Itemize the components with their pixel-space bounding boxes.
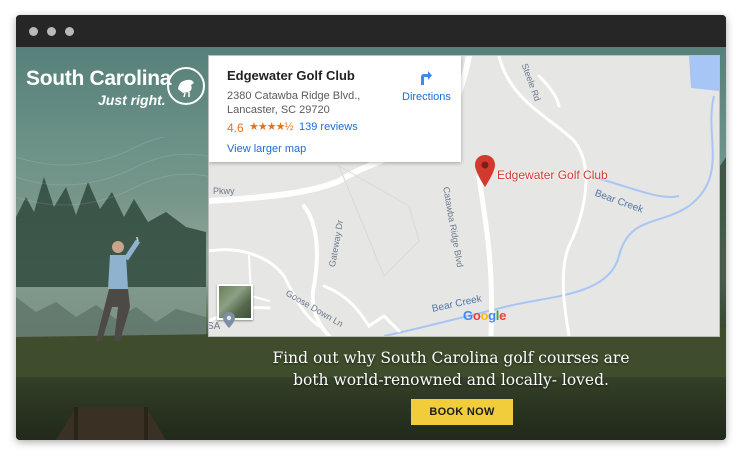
sc-bird-badge-icon <box>167 67 205 105</box>
ad-banner: South Carolina Just right. Pkwy Catawba … <box>16 47 726 440</box>
window-maximize-dot[interactable] <box>65 27 74 36</box>
promo-line-1: Find out why South Carolina golf courses… <box>272 349 630 367</box>
place-name: Edgewater Golf Club <box>227 68 355 83</box>
browser-window: South Carolina Just right. Pkwy Catawba … <box>16 15 726 440</box>
directions-link[interactable]: Directions <box>402 91 451 103</box>
rating-stars-icon: ★★★★½ <box>249 121 294 133</box>
place-info-card: Edgewater Golf Club 2380 Catawba Ridge B… <box>209 56 461 162</box>
location-pin-icon <box>223 312 235 328</box>
window-titlebar <box>16 15 726 47</box>
place-address-line1: 2380 Catawba Ridge Blvd., <box>227 90 361 102</box>
promo-text: Find out why South Carolina golf courses… <box>266 347 636 391</box>
directions-icon[interactable] <box>415 68 433 86</box>
brand-tagline: Just right. <box>98 92 166 108</box>
wooden-dock <box>56 407 166 440</box>
map-marker-icon[interactable] <box>475 155 495 187</box>
brand-name[interactable]: South Carolina <box>26 67 171 91</box>
embedded-google-map[interactable]: Pkwy Catawba Ridge Blvd Gateway Dr Goose… <box>208 55 720 337</box>
google-logo: Google <box>463 308 507 323</box>
road-label-sa: SA <box>208 321 221 332</box>
promo-line-2: both world-renowned and locally- loved. <box>293 371 609 389</box>
window-minimize-dot[interactable] <box>47 27 56 36</box>
reviews-link[interactable]: 139 reviews <box>299 121 358 133</box>
golfer-figure <box>96 237 141 341</box>
place-address: 2380 Catawba Ridge Blvd., Lancaster, SC … <box>227 89 377 117</box>
window-close-dot[interactable] <box>29 27 38 36</box>
book-now-button[interactable]: BOOK NOW <box>411 399 513 425</box>
place-rating: 4.6 <box>227 121 244 135</box>
place-address-line2: Lancaster, SC 29720 <box>227 104 330 116</box>
view-larger-map-link[interactable]: View larger map <box>227 143 306 155</box>
map-marker-label[interactable]: Edgewater Golf Club <box>497 168 608 182</box>
road-label-pkwy: Pkwy <box>213 186 235 196</box>
